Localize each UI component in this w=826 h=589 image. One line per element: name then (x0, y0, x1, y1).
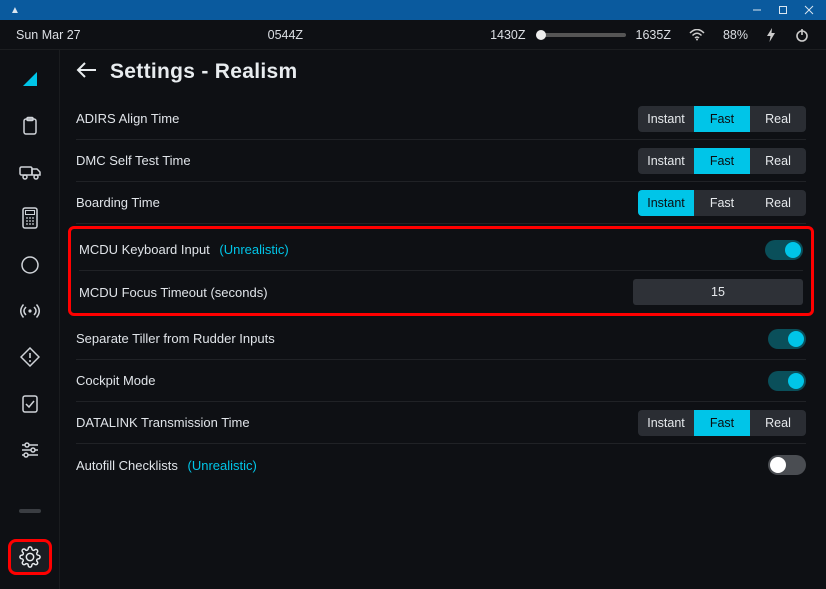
seg-opt-fast[interactable]: Fast (694, 106, 750, 132)
sidebar (0, 50, 60, 589)
row-adirs-align-time: ADIRS Align Time Instant Fast Real (76, 98, 806, 140)
status-time-slider: 1430Z 1635Z (490, 28, 671, 42)
titlebar-app-glyph: ▲ (4, 5, 20, 16)
seg-opt-instant[interactable]: Instant (638, 410, 694, 436)
row-mcdu-focus-timeout: MCDU Focus Timeout (seconds) 15 (79, 271, 803, 313)
top-status-bar: Sun Mar 27 0544Z 1430Z 1635Z 88% (0, 20, 826, 50)
checklist-icon[interactable] (16, 393, 44, 415)
toggle-tiller[interactable] (768, 329, 806, 349)
status-battery-pct: 88% (723, 28, 748, 42)
row-label: Separate Tiller from Rudder Inputs (76, 331, 768, 346)
seg-opt-instant[interactable]: Instant (638, 148, 694, 174)
row-label: MCDU Keyboard Input (Unrealistic) (79, 242, 765, 257)
main-area: Settings - Realism ADIRS Align Time Inst… (0, 50, 826, 589)
clipboard-icon[interactable] (16, 114, 44, 136)
app-root: Sun Mar 27 0544Z 1430Z 1635Z 88% (0, 20, 826, 589)
seg-boarding: Instant Fast Real (638, 190, 806, 216)
row-label: Autofill Checklists (Unrealistic) (76, 458, 768, 473)
status-zulu-a: 0544Z (268, 28, 303, 42)
app-logo-icon[interactable] (16, 68, 44, 90)
row-mcdu-keyboard-input: MCDU Keyboard Input (Unrealistic) (79, 229, 803, 271)
time-slider-track[interactable] (536, 33, 626, 37)
settings-button[interactable] (8, 539, 52, 575)
compass-icon[interactable] (16, 254, 44, 276)
power-button[interactable] (794, 27, 810, 43)
status-zulu-b: 1430Z (490, 28, 525, 42)
row-cockpit-mode: Cockpit Mode (76, 360, 806, 402)
gear-icon (19, 546, 41, 568)
charging-icon (766, 28, 776, 42)
row-label: Boarding Time (76, 195, 638, 210)
seg-opt-fast[interactable]: Fast (694, 410, 750, 436)
seg-opt-real[interactable]: Real (750, 190, 806, 216)
row-label: DMC Self Test Time (76, 153, 638, 168)
window-maximize-button[interactable] (770, 2, 796, 18)
window-close-button[interactable] (796, 2, 822, 18)
wifi-icon (689, 29, 705, 41)
row-label: ADIRS Align Time (76, 111, 638, 126)
page-title: Settings - Realism (110, 60, 297, 84)
seg-opt-instant[interactable]: Instant (638, 190, 694, 216)
row-datalink-time: DATALINK Transmission Time Instant Fast … (76, 402, 806, 444)
page-heading: Settings - Realism (76, 60, 806, 84)
seg-opt-instant[interactable]: Instant (638, 106, 694, 132)
seg-opt-real[interactable]: Real (750, 148, 806, 174)
row-label: Cockpit Mode (76, 373, 768, 388)
status-date: Sun Mar 27 (16, 28, 81, 42)
unrealistic-tag: (Unrealistic) (219, 242, 288, 257)
toggle-autofill-checklists[interactable] (768, 455, 806, 475)
broadcast-icon[interactable] (16, 300, 44, 322)
sliders-icon[interactable] (16, 439, 44, 461)
seg-opt-real[interactable]: Real (750, 410, 806, 436)
row-autofill-checklists: Autofill Checklists (Unrealistic) (76, 444, 806, 486)
sidebar-progress-bar (19, 509, 41, 512)
calculator-icon[interactable] (16, 207, 44, 229)
settings-content: Settings - Realism ADIRS Align Time Inst… (60, 50, 826, 589)
seg-opt-fast[interactable]: Fast (694, 190, 750, 216)
back-button[interactable] (76, 61, 98, 83)
window-minimize-button[interactable] (744, 2, 770, 18)
seg-dmc: Instant Fast Real (638, 148, 806, 174)
highlight-mcdu-group: MCDU Keyboard Input (Unrealistic) MCDU F… (68, 226, 814, 316)
unrealistic-tag: (Unrealistic) (188, 458, 257, 473)
os-titlebar: ▲ (0, 0, 826, 20)
warning-icon[interactable] (16, 346, 44, 368)
seg-datalink: Instant Fast Real (638, 410, 806, 436)
row-boarding-time: Boarding Time Instant Fast Real (76, 182, 806, 224)
toggle-cockpit-mode[interactable] (768, 371, 806, 391)
seg-opt-real[interactable]: Real (750, 106, 806, 132)
row-dmc-self-test: DMC Self Test Time Instant Fast Real (76, 140, 806, 182)
row-label: DATALINK Transmission Time (76, 415, 638, 430)
mcdu-timeout-input[interactable]: 15 (633, 279, 803, 305)
row-label: MCDU Focus Timeout (seconds) (79, 285, 633, 300)
seg-opt-fast[interactable]: Fast (694, 148, 750, 174)
truck-icon[interactable] (16, 161, 44, 183)
row-separate-tiller: Separate Tiller from Rudder Inputs (76, 318, 806, 360)
seg-adirs: Instant Fast Real (638, 106, 806, 132)
status-zulu-c: 1635Z (636, 28, 671, 42)
toggle-mcdu-keyboard[interactable] (765, 240, 803, 260)
